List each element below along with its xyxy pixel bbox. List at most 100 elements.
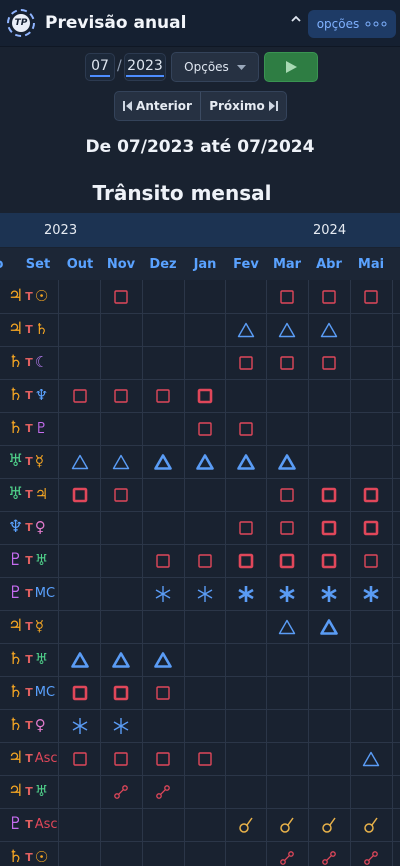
trine-aspect-icon[interactable] [266, 313, 308, 346]
trine-aspect-icon[interactable] [350, 742, 392, 775]
transit-row: ♅ T ♃ [0, 478, 400, 512]
previous-button[interactable]: Anterior [115, 92, 200, 120]
conjunction-aspect-icon[interactable] [350, 808, 392, 841]
square-aspect-icon[interactable] [59, 676, 101, 709]
square-aspect-icon[interactable] [350, 544, 392, 577]
conjunction-aspect-icon[interactable] [308, 808, 350, 841]
square-aspect-icon[interactable] [266, 478, 308, 511]
transit-marker: T [25, 455, 33, 468]
square-aspect-icon[interactable] [225, 412, 267, 445]
planet-symbol: ♃ [8, 319, 24, 339]
conjunction-aspect-icon[interactable] [225, 808, 267, 841]
square-aspect-icon[interactable] [142, 379, 184, 412]
trine-aspect-icon[interactable] [59, 643, 101, 676]
month-input[interactable]: 07 [85, 53, 115, 81]
opposition-aspect-icon[interactable] [142, 775, 184, 808]
square-aspect-icon[interactable] [308, 346, 350, 379]
transit-label: ♄ T MC [0, 676, 58, 709]
transit-row: ♇ T MC [0, 577, 400, 611]
conjunction-aspect-icon[interactable] [266, 808, 308, 841]
trine-aspect-icon[interactable] [100, 445, 142, 478]
square-aspect-icon[interactable] [266, 280, 308, 313]
square-aspect-icon[interactable] [225, 544, 267, 577]
square-aspect-icon[interactable] [225, 511, 267, 544]
square-aspect-icon[interactable] [184, 379, 226, 412]
square-aspect-icon[interactable] [100, 742, 142, 775]
square-aspect-icon[interactable] [308, 478, 350, 511]
trine-aspect-icon[interactable] [308, 610, 350, 643]
sextile-aspect-icon[interactable] [225, 577, 267, 610]
month-label: Jan [193, 257, 217, 272]
app-header: TP Previsão anual opções [0, 0, 400, 47]
sextile-aspect-icon[interactable] [100, 709, 142, 742]
square-aspect-icon[interactable] [142, 742, 184, 775]
trine-aspect-icon[interactable] [225, 445, 267, 478]
square-aspect-icon[interactable] [266, 544, 308, 577]
opposition-aspect-icon[interactable] [100, 775, 142, 808]
square-aspect-icon[interactable] [184, 544, 226, 577]
trine-aspect-icon[interactable] [142, 445, 184, 478]
transit-row: ♃ T Asc [0, 742, 400, 776]
sextile-aspect-icon[interactable] [266, 577, 308, 610]
square-aspect-icon[interactable] [350, 478, 392, 511]
trine-aspect-icon[interactable] [142, 643, 184, 676]
square-aspect-icon[interactable] [350, 511, 392, 544]
period-navigation: Anterior Próximo [114, 91, 287, 121]
options-dropdown[interactable]: Opções [171, 52, 259, 82]
square-aspect-icon[interactable] [59, 478, 101, 511]
square-aspect-icon[interactable] [266, 511, 308, 544]
square-aspect-icon[interactable] [100, 280, 142, 313]
planet-symbol: ♇ [8, 583, 24, 603]
square-aspect-icon[interactable] [100, 379, 142, 412]
previous-label: Anterior [136, 99, 192, 113]
month-label: Out [66, 257, 94, 272]
opposition-aspect-icon[interactable] [350, 841, 392, 866]
options-menu-button[interactable]: opções [308, 10, 396, 38]
natal-point-symbol: ♅ [34, 551, 49, 569]
trine-aspect-icon[interactable] [184, 445, 226, 478]
year-input[interactable]: 2023 [124, 53, 166, 81]
square-aspect-icon[interactable] [100, 676, 142, 709]
sextile-aspect-icon[interactable] [184, 577, 226, 610]
square-aspect-icon[interactable] [225, 346, 267, 379]
square-aspect-icon[interactable] [100, 478, 142, 511]
natal-point-symbol: Asc [34, 751, 58, 766]
square-aspect-icon[interactable] [142, 544, 184, 577]
sextile-aspect-icon[interactable] [308, 577, 350, 610]
transit-row: ♄ T MC [0, 676, 400, 710]
year-label: 2023 [44, 223, 78, 238]
square-aspect-icon[interactable] [350, 280, 392, 313]
trine-aspect-icon[interactable] [308, 313, 350, 346]
natal-point-symbol: ♇ [34, 419, 49, 437]
trine-aspect-icon[interactable] [266, 610, 308, 643]
opposition-aspect-icon[interactable] [308, 841, 350, 866]
transit-marker: T [25, 686, 33, 699]
section-title: Trânsito mensal [92, 181, 272, 205]
square-aspect-icon[interactable] [266, 346, 308, 379]
app-logo[interactable]: TP [7, 9, 35, 37]
opposition-aspect-icon[interactable] [266, 841, 308, 866]
planet-symbol: ♅ [8, 484, 24, 504]
square-aspect-icon[interactable] [308, 511, 350, 544]
trine-aspect-icon[interactable] [266, 445, 308, 478]
chevron-up-icon[interactable] [290, 13, 302, 29]
square-aspect-icon[interactable] [59, 742, 101, 775]
trine-aspect-icon[interactable] [100, 643, 142, 676]
square-aspect-icon[interactable] [308, 544, 350, 577]
run-button[interactable] [264, 52, 318, 82]
transit-label: ♃ T Asc [0, 742, 58, 775]
natal-point-symbol: ♅ [34, 782, 49, 800]
square-aspect-icon[interactable] [184, 412, 226, 445]
logo-text: TP [12, 14, 30, 32]
square-aspect-icon[interactable] [59, 379, 101, 412]
transit-row: ♇ T Asc [0, 808, 400, 842]
square-aspect-icon[interactable] [184, 742, 226, 775]
trine-aspect-icon[interactable] [225, 313, 267, 346]
next-button[interactable]: Próximo [201, 92, 286, 120]
sextile-aspect-icon[interactable] [142, 577, 184, 610]
trine-aspect-icon[interactable] [59, 445, 101, 478]
sextile-aspect-icon[interactable] [59, 709, 101, 742]
square-aspect-icon[interactable] [142, 676, 184, 709]
sextile-aspect-icon[interactable] [350, 577, 392, 610]
square-aspect-icon[interactable] [308, 280, 350, 313]
